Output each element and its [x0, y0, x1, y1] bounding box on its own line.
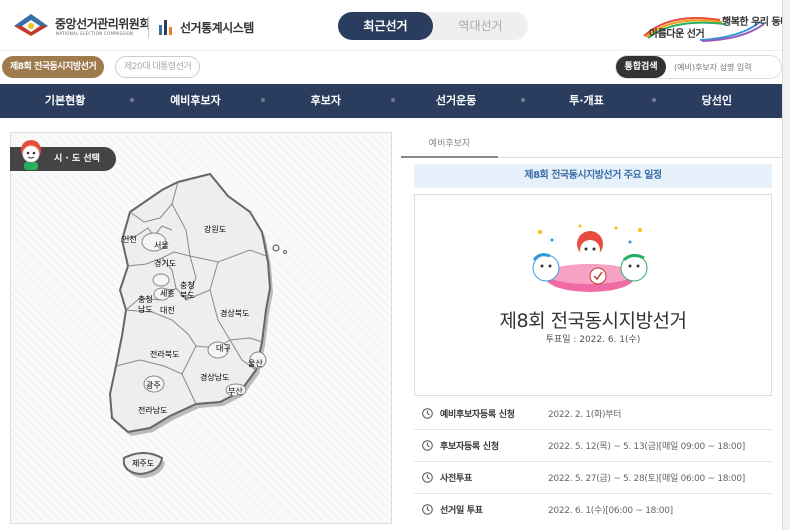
slogan-left: 아름다운 선거	[649, 29, 705, 40]
scrollbar[interactable]	[782, 0, 790, 530]
clock-icon	[422, 440, 433, 451]
map-label-chungnam-2: 남도	[138, 305, 153, 314]
korea-map[interactable]: 강원도 인천 서울 경기도 충청 북도 충청 남도 세종 대전 경상북도 전라북…	[100, 170, 300, 490]
schedule-banner: 제8회 전국동시지방선거 주요 일정	[414, 164, 772, 188]
nav-item-voting-counting[interactable]: 투·개표	[521, 84, 651, 118]
org-name[interactable]: 중앙선거관리위원회	[55, 15, 150, 32]
system-name[interactable]: 선거통계시스템	[180, 19, 254, 36]
nav-item-candidates[interactable]: 후보자	[260, 84, 391, 118]
main-nav: 기본현황 예비후보자 후보자 선거운동 투·개표 당선인	[0, 84, 782, 118]
election-tab-presidential-20[interactable]: 제20대 대통령선거	[115, 56, 201, 78]
map-label-chungbuk-2: 북도	[180, 291, 195, 300]
election-title: 제8회 전국동시지방선거	[499, 310, 687, 332]
map-label-gyeongnam: 경상남도	[200, 372, 229, 382]
schedule-label: 사전투표	[440, 474, 472, 484]
map-label-jeonnam: 전라남도	[138, 405, 167, 415]
map-label-gangwon: 강원도	[204, 224, 226, 234]
org-sub: NATIONAL ELECTION COMMISSION	[56, 31, 134, 36]
election-tab-local-8[interactable]: 제8회 전국동시지방선거	[2, 56, 105, 78]
nec-logo-icon[interactable]	[12, 12, 50, 38]
schedule-value: 2022. 6. 1(수)[06:00 ~ 18:00]	[548, 506, 673, 516]
map-label-daejeon: 대전	[160, 305, 175, 315]
map-label-daegu: 대구	[216, 344, 231, 353]
recent-elections-button[interactable]: 최근선거	[338, 12, 433, 40]
map-label-chungnam-1: 충청	[138, 295, 153, 304]
schedule-value: 2022. 2. 1(화)부터	[548, 410, 622, 420]
nav-item-basic-status[interactable]: 기본현황	[0, 84, 130, 118]
schedule-value: 2022. 5. 12(목) ~ 5. 13(금)[매일 09:00 ~ 18:…	[548, 442, 745, 452]
header-separator	[0, 50, 790, 51]
vote-date: 투표일 : 2022. 6. 1(수)	[545, 335, 641, 345]
schedule-row: 사전투표 2022. 5. 27(금) ~ 5. 28(토)[매일 06:00 …	[414, 462, 772, 494]
map-label-jeju: 제주도	[132, 459, 154, 468]
schedule-label: 선거일 투표	[440, 506, 483, 516]
map-label-seoul: 서울	[154, 241, 169, 250]
bar-chart-icon	[159, 20, 172, 35]
map-label-ulsan: 울산	[248, 358, 263, 368]
map-label-gwangju: 광주	[146, 380, 161, 390]
tab-preliminary-candidates[interactable]: 예비후보자	[401, 132, 498, 158]
map-label-sejong: 세종	[160, 289, 175, 298]
mascots-illustration-icon	[532, 224, 648, 292]
schedule-label: 후보자등록 신청	[440, 442, 499, 452]
clock-icon	[422, 408, 433, 419]
nav-item-campaign[interactable]: 선거운동	[390, 84, 521, 118]
map-label-chungbuk-1: 충청	[180, 281, 195, 290]
candidate-name-search-input[interactable]	[674, 57, 779, 77]
mascot-icon	[21, 140, 41, 170]
clock-icon	[422, 472, 433, 483]
schedule-row: 후보자등록 신청 2022. 5. 12(목) ~ 5. 13(금)[매일 09…	[414, 430, 772, 462]
map-label-gyeonggi: 경기도	[154, 258, 176, 268]
map-label-busan: 부산	[228, 386, 243, 396]
nav-item-preliminary-candidates[interactable]: 예비후보자	[130, 84, 260, 118]
slogan-right: 행복한 우리 동네	[722, 17, 789, 28]
past-elections-button[interactable]: 역대선거	[433, 12, 528, 40]
schedule-row: 예비후보자등록 신청 2022. 2. 1(화)부터	[414, 398, 772, 430]
nav-item-elected[interactable]: 당선인	[651, 84, 782, 118]
schedule-label: 예비후보자등록 신청	[440, 410, 515, 420]
map-label-incheon: 인천	[122, 234, 137, 244]
clock-icon	[422, 504, 433, 515]
integrated-search-button[interactable]: 통합검색	[616, 56, 666, 78]
schedule-row: 선거일 투표 2022. 6. 1(수)[06:00 ~ 18:00]	[414, 494, 772, 526]
schedule-value: 2022. 5. 27(금) ~ 5. 28(토)[매일 06:00 ~ 18:…	[548, 474, 745, 484]
map-label-gyeongbuk: 경상북도	[220, 308, 249, 318]
header-divider	[148, 16, 149, 38]
map-label-jeonbuk: 전라북도	[150, 349, 179, 359]
